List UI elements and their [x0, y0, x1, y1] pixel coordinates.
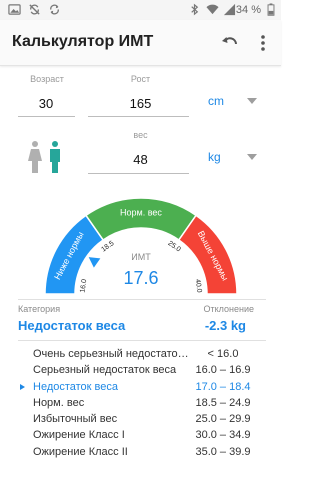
- gauge-segment: [84, 197, 198, 241]
- row-category: Недостаток веса: [33, 380, 119, 393]
- height-unit-select[interactable]: cm: [208, 94, 224, 108]
- table-divider: [18, 340, 266, 341]
- row-category: Избыточный вес: [33, 413, 118, 426]
- bluetooth-icon: [191, 3, 199, 16]
- row-category: Серьезный недостаток веса: [33, 364, 177, 377]
- deviation-value: -2.3 kg: [204, 318, 246, 333]
- row-range: 30.0 – 34.9: [195, 429, 251, 442]
- wifi-icon: [206, 4, 219, 15]
- age-underline: [18, 116, 75, 117]
- table-row: Недостаток веса 17.0 – 18.4: [0, 379, 281, 395]
- gauge-tick-label: 16.0: [79, 279, 88, 294]
- height-underline: [88, 116, 189, 117]
- table-row: Серьезный недостаток веса 16.0 – 16.9: [0, 362, 281, 378]
- table-row: Ожирение Класс II 35.0 – 39.9: [0, 444, 281, 460]
- category-label: Категория: [18, 304, 61, 314]
- table-row: Норм. вес 18.5 – 24.9: [0, 395, 281, 411]
- current-category-marker: [20, 383, 25, 390]
- male-female-icon[interactable]: [27, 140, 65, 174]
- weight-unit-select[interactable]: kg: [208, 150, 221, 164]
- status-bar: 34 %: [0, 0, 281, 20]
- row-category: Ожирение Класс II: [33, 445, 128, 458]
- row-range: 25.0 – 29.9: [195, 413, 251, 426]
- bmi-value: 17.6: [123, 268, 159, 288]
- age-label: Возраст: [30, 74, 64, 84]
- table-row: Очень серьезный недостаток веса < 16.0: [0, 346, 281, 362]
- undo-icon[interactable]: [219, 32, 241, 54]
- gauge-tick-label: 40.0: [194, 279, 203, 294]
- app-title: Калькулятор ИМТ: [12, 33, 154, 50]
- battery-icon: [267, 3, 275, 16]
- gallery-icon: [8, 4, 21, 15]
- row-category: Очень серьезный недостаток веса: [33, 348, 191, 360]
- row-range: 17.0 – 18.4: [195, 380, 251, 393]
- row-category: Норм. вес: [33, 396, 85, 409]
- table-row: Избыточный вес 25.0 – 29.9: [0, 411, 281, 427]
- age-field[interactable]: 30: [18, 96, 74, 111]
- deviation-label: Отклонение: [203, 304, 255, 314]
- height-field[interactable]: 165: [92, 96, 189, 111]
- bmi-category-table: Очень серьезный недостаток веса < 16.0 С…: [0, 346, 281, 460]
- weight-field[interactable]: 48: [92, 152, 189, 167]
- category-value: Недостаток веса: [18, 318, 126, 333]
- sync-off-icon: [29, 4, 40, 15]
- gauge-segment-label: Норм. вес: [120, 207, 162, 217]
- battery-percent: 34 %: [235, 4, 261, 16]
- row-range: 35.0 – 39.9: [195, 445, 251, 458]
- height-label: Рост: [130, 74, 151, 84]
- sync-icon: [50, 4, 59, 15]
- signal-icon: [223, 3, 236, 16]
- weight-unit-dropdown-icon[interactable]: [247, 154, 257, 160]
- table-row: Ожирение Класс I 30.0 – 34.9: [0, 427, 281, 443]
- row-range: < 16.0: [207, 348, 239, 360]
- height-unit-dropdown-icon[interactable]: [247, 98, 257, 104]
- bmi-title: ИМТ: [131, 252, 151, 262]
- row-range: 18.5 – 24.9: [195, 396, 251, 409]
- weight-underline: [88, 173, 189, 174]
- row-category: Ожирение Класс I: [33, 429, 125, 442]
- more-vert-icon[interactable]: [254, 32, 272, 54]
- row-range: 16.0 – 16.9: [195, 364, 251, 377]
- weight-label: вес: [133, 130, 148, 140]
- app-bar: Калькулятор ИМТ: [0, 20, 281, 66]
- gauge-pointer: [88, 257, 101, 268]
- result-divider: [18, 299, 266, 300]
